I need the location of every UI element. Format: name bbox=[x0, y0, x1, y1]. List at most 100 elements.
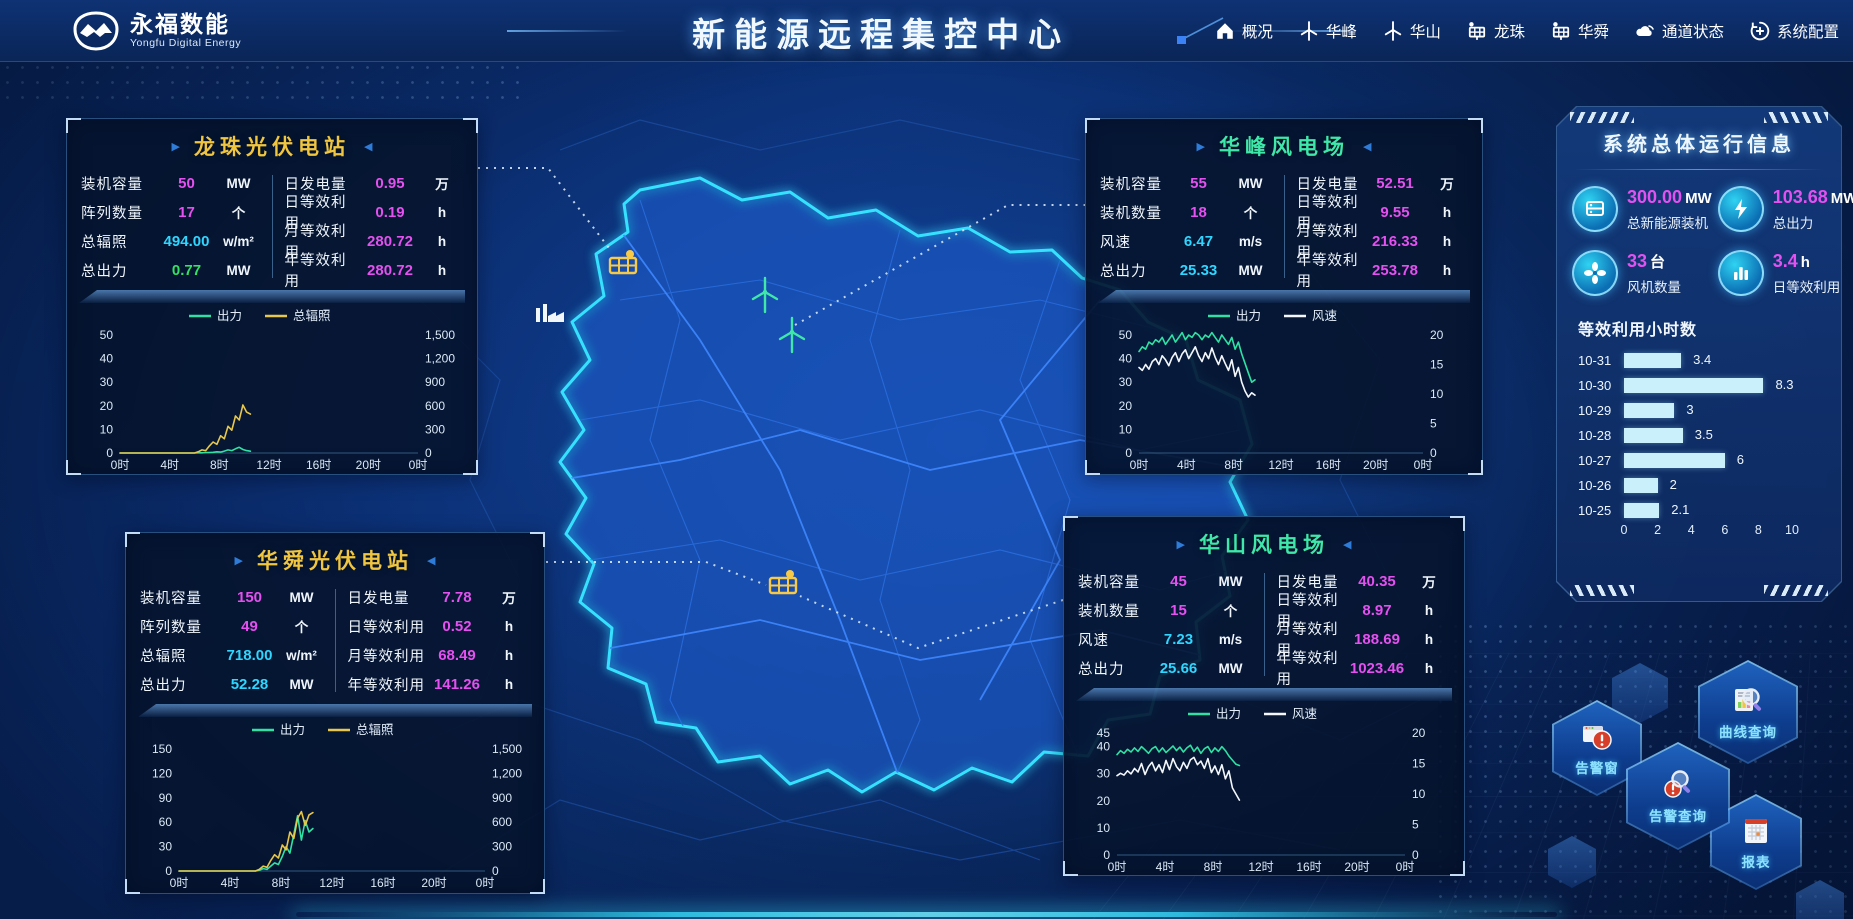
nav-item-overview[interactable]: 概况 bbox=[1215, 20, 1273, 42]
stat-unit: h bbox=[1408, 603, 1450, 618]
solar-panel-icon bbox=[1551, 21, 1571, 41]
bar-axis-tick: 0 bbox=[1621, 523, 1628, 537]
kpi-label: 总出力 bbox=[1773, 212, 1853, 232]
stat-row: 总辐照718.00w/m² bbox=[140, 643, 323, 667]
kpi-label: 风机数量 bbox=[1627, 276, 1681, 296]
stat-label: 总出力 bbox=[1100, 260, 1168, 281]
svg-text:总辐照: 总辐照 bbox=[356, 722, 394, 737]
bar-row: 10-293 bbox=[1578, 398, 1826, 423]
nav-label: 华山 bbox=[1410, 20, 1441, 42]
nav-item-huafeng[interactable]: 华峰 bbox=[1299, 20, 1357, 42]
svg-text:1,200: 1,200 bbox=[425, 352, 455, 366]
nav-item-channel-status[interactable]: 通道状态 bbox=[1635, 20, 1724, 42]
bar-axis-tick: 6 bbox=[1721, 523, 1728, 537]
bar-row: 10-252.1 bbox=[1578, 498, 1826, 523]
corner-bracket bbox=[1085, 460, 1100, 475]
stat-row: 总出力25.33MW bbox=[1100, 258, 1272, 282]
svg-text:16时: 16时 bbox=[306, 458, 331, 472]
stat-row: 总出力0.77MW bbox=[81, 258, 260, 282]
bar-track: 2 bbox=[1624, 478, 1792, 493]
logo-emblem-icon bbox=[72, 11, 120, 51]
stat-row: 日等效利用0.52h bbox=[348, 614, 531, 638]
stat-unit: 万 bbox=[488, 587, 530, 607]
stat-label: 总出力 bbox=[140, 674, 219, 695]
usage-hours-icon bbox=[1718, 250, 1764, 296]
stat-value: 150 bbox=[219, 589, 281, 606]
alarm-query-button[interactable]: 告警查询 bbox=[1626, 742, 1730, 850]
svg-text:总辐照: 总辐照 bbox=[293, 308, 331, 323]
kpi-unit: 台 bbox=[1650, 254, 1665, 271]
bar-fill bbox=[1624, 428, 1683, 443]
nav-item-longzhu[interactable]: 龙珠 bbox=[1467, 20, 1525, 42]
stat-value: 40.35 bbox=[1346, 573, 1408, 590]
stat-row: 阵列数量17个 bbox=[81, 200, 260, 224]
svg-text:1,500: 1,500 bbox=[492, 742, 522, 756]
bar-axis-tick: 10 bbox=[1785, 523, 1799, 537]
factory-marker[interactable] bbox=[536, 304, 564, 322]
station-stats: 装机容量45MW 装机数量15个 风速7.23m/s 总出力25.66MW 日发… bbox=[1064, 559, 1464, 680]
stat-label: 总出力 bbox=[1078, 658, 1148, 679]
stat-value: 141.26 bbox=[426, 676, 488, 693]
svg-text:16时: 16时 bbox=[1296, 860, 1321, 874]
bar-axis-tick: 8 bbox=[1755, 523, 1762, 537]
huashan-line-chart: 出力风速45403020100201510500时4时8时12时16时20时0时 bbox=[1075, 703, 1453, 875]
bar-track: 2.1 bbox=[1624, 503, 1792, 518]
stat-value: 25.33 bbox=[1168, 262, 1230, 279]
svg-text:8时: 8时 bbox=[210, 458, 229, 472]
stat-value: 216.33 bbox=[1364, 233, 1426, 250]
left-triangle-icon: ▶ bbox=[235, 554, 243, 567]
corner-bracket bbox=[1063, 861, 1078, 876]
huashun-line-chart: 出力总辐照15012090603001,5001,20090060030000时… bbox=[137, 719, 533, 891]
svg-text:4时: 4时 bbox=[160, 458, 179, 472]
kpi-unit: h bbox=[1801, 254, 1810, 271]
alarm-window-icon bbox=[1580, 720, 1614, 754]
svg-text:20时: 20时 bbox=[421, 876, 446, 890]
stat-value: 18 bbox=[1168, 204, 1230, 221]
right-triangle-icon: ◀ bbox=[427, 554, 435, 567]
svg-text:40: 40 bbox=[1119, 352, 1133, 366]
svg-text:0时: 0时 bbox=[1108, 860, 1127, 874]
svg-text:300: 300 bbox=[425, 422, 445, 436]
kpi-total-output: 103.68MW 总出力 bbox=[1718, 186, 1853, 232]
stat-value: 45 bbox=[1148, 573, 1210, 590]
svg-text:0时: 0时 bbox=[1396, 860, 1415, 874]
svg-text:30: 30 bbox=[100, 375, 114, 389]
bar-track: 8.3 bbox=[1624, 378, 1792, 393]
kpi-label: 总新能源装机 bbox=[1627, 212, 1712, 232]
bar-fill bbox=[1624, 353, 1681, 368]
kpi-unit: MW bbox=[1685, 190, 1712, 207]
svg-text:1,200: 1,200 bbox=[492, 766, 522, 780]
svg-text:120: 120 bbox=[152, 766, 172, 780]
stat-value: 6.47 bbox=[1168, 233, 1230, 250]
svg-text:600: 600 bbox=[492, 815, 512, 829]
panel-huashun-pv-station: ▶ 华舜光伏电站 ◀ 装机容量150MW 阵列数量49个 总辐照718.00w/… bbox=[125, 532, 545, 894]
fan-icon bbox=[1572, 250, 1618, 296]
stat-unit: MW bbox=[281, 590, 323, 605]
svg-text:30: 30 bbox=[1119, 375, 1133, 389]
kpi-turbine-count: 33台 风机数量 bbox=[1572, 250, 1712, 296]
stats-divider bbox=[1264, 573, 1265, 676]
panel-huafeng-wind-farm: ▶ 华峰风电场 ◀ 装机容量55MW 装机数量18个 风速6.47m/s 总出力… bbox=[1085, 118, 1483, 475]
nav-item-huashun[interactable]: 华舜 bbox=[1551, 20, 1609, 42]
nav-item-huashan[interactable]: 华山 bbox=[1383, 20, 1441, 42]
stat-row: 装机容量50MW bbox=[81, 171, 260, 195]
stat-unit: m/s bbox=[1230, 234, 1272, 249]
longzhu-line-chart: 出力总辐照504030201001,5001,20090060030000时4时… bbox=[78, 305, 466, 473]
stat-unit: h bbox=[488, 677, 530, 692]
nav-item-system-config[interactable]: 系统配置 bbox=[1750, 20, 1839, 42]
stat-value: 7.23 bbox=[1148, 631, 1210, 648]
corner-bracket bbox=[1063, 516, 1078, 531]
hex-body: 告警查询 bbox=[1628, 744, 1728, 848]
stat-unit: 个 bbox=[1230, 202, 1272, 222]
bar-category-label: 10-31 bbox=[1578, 353, 1624, 368]
stat-value: 718.00 bbox=[219, 647, 281, 664]
hex-button-label: 告警窗 bbox=[1575, 757, 1619, 777]
svg-text:12时: 12时 bbox=[256, 458, 281, 472]
stat-unit: h bbox=[488, 619, 530, 634]
wind-turbine-icon bbox=[1383, 21, 1403, 41]
stat-label: 年等效利用 bbox=[1277, 647, 1347, 689]
stat-label: 总辐照 bbox=[81, 231, 156, 252]
corner-bracket bbox=[1085, 118, 1100, 133]
hatch-decoration bbox=[1570, 585, 1634, 596]
svg-text:0时: 0时 bbox=[1414, 458, 1433, 472]
